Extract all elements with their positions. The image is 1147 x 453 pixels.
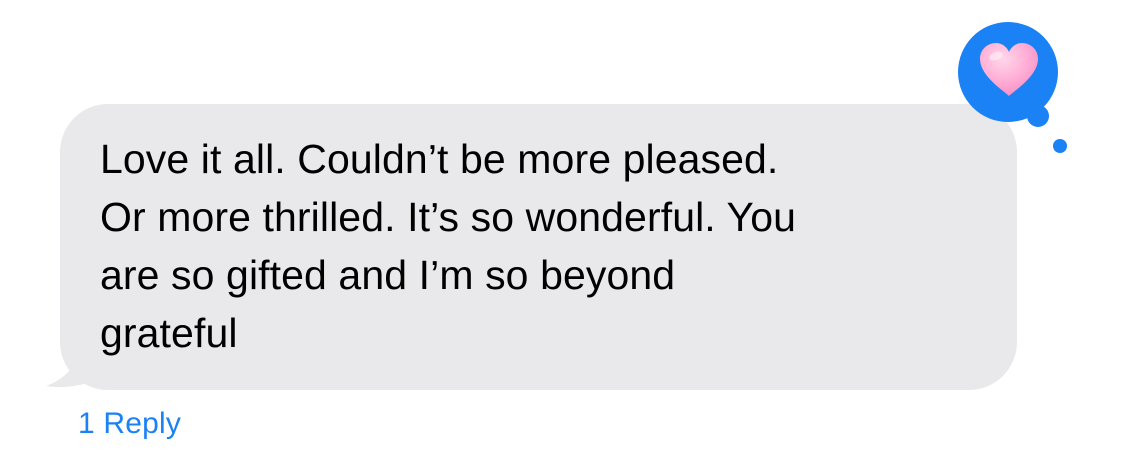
message-thread: Love it all. Couldn’t be more pleased. O… xyxy=(0,0,1147,453)
message-bubble[interactable]: Love it all. Couldn’t be more pleased. O… xyxy=(60,104,1017,390)
message-text: Love it all. Couldn’t be more pleased. O… xyxy=(100,136,797,356)
heart-icon xyxy=(980,43,1038,96)
replies-link[interactable]: 1 Reply xyxy=(78,405,181,443)
